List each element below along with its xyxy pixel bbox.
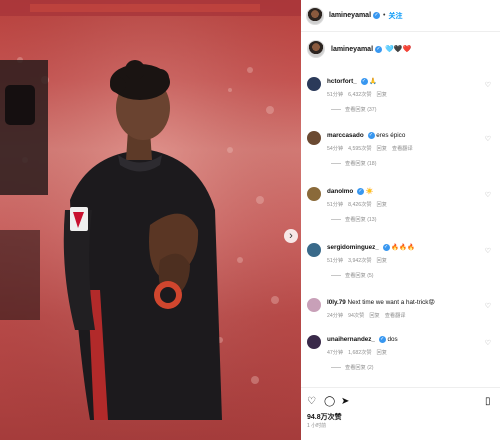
- heart-icon[interactable]: ♡: [307, 396, 316, 408]
- comment-time: 54分钟: [327, 146, 344, 152]
- commenter-avatar[interactable]: [307, 335, 321, 349]
- verified-icon: ✓: [378, 335, 386, 343]
- like-comment-icon[interactable]: ♡: [485, 247, 491, 255]
- post-actions: ♡ ◯ ➤ ▯ 94.8万次赞 1 小时前: [301, 387, 500, 440]
- action-icons: ♡ ◯ ➤ ▯: [307, 396, 495, 408]
- view-replies-button[interactable]: 查看回复 (37): [331, 106, 497, 113]
- post-side-panel: lamineyamal ✓ • 关注 lamineyamal ✓ 🩵🖤❤️ hc…: [301, 0, 500, 440]
- like-comment-icon[interactable]: ♡: [485, 339, 491, 347]
- comment-likes[interactable]: 1,682次赞: [348, 350, 371, 356]
- like-comment-icon[interactable]: ♡: [485, 191, 491, 199]
- comment-likes[interactable]: 4,595次赞: [348, 146, 371, 152]
- photo-scene: [0, 0, 301, 440]
- comments-list[interactable]: lamineyamal ✓ 🩵🖤❤️ hctorfort_ ✓ 🙏 51分钟 6,…: [301, 32, 500, 387]
- commenter-avatar[interactable]: [307, 131, 321, 145]
- comment-username[interactable]: marccasado: [327, 132, 364, 139]
- comment-icon[interactable]: ◯: [324, 396, 335, 408]
- comment-username[interactable]: l0ly.79: [327, 299, 346, 306]
- reply-button[interactable]: 回复: [377, 202, 387, 208]
- caption-avatar[interactable]: [307, 40, 325, 58]
- comment-time: 47分钟: [327, 350, 344, 356]
- comment-text: ☀️: [365, 188, 374, 195]
- reply-button[interactable]: 回复: [377, 146, 387, 152]
- reply-button[interactable]: 回复: [377, 258, 387, 264]
- caption-username[interactable]: lamineyamal: [331, 46, 373, 53]
- see-translation-button[interactable]: 查看翻译: [385, 313, 406, 319]
- commenter-avatar[interactable]: [307, 77, 321, 91]
- comment-likes[interactable]: 8,426次赞: [348, 202, 371, 208]
- like-comment-icon[interactable]: ♡: [485, 302, 491, 310]
- comment-time: 51分钟: [327, 92, 344, 98]
- commenter-avatar[interactable]: [307, 243, 321, 257]
- like-comment-icon[interactable]: ♡: [485, 135, 491, 143]
- post-modal: › lamineyamal ✓ • 关注 lamineyamal ✓ 🩵🖤❤️: [0, 0, 500, 440]
- commenter-avatar[interactable]: [307, 187, 321, 201]
- comment-item: hctorfort_ ✓ 🙏 51分钟 6,432次赞 回复 ♡ 查看回复 (37): [307, 77, 497, 113]
- verified-icon: ✓: [373, 12, 381, 19]
- verified-icon: ✓: [357, 187, 364, 195]
- post-photo[interactable]: ›: [0, 0, 301, 440]
- comment-likes[interactable]: 94次赞: [348, 313, 364, 319]
- likes-count[interactable]: 94.8万次赞: [307, 412, 342, 422]
- comment-username[interactable]: danolmo: [327, 188, 353, 195]
- header-separator: •: [383, 12, 386, 19]
- comment-item: l0ly.79 Next time we want a hat-trick😡 2…: [307, 298, 497, 319]
- verified-icon: ✓: [360, 77, 368, 85]
- comment-time: 51分钟: [327, 258, 344, 264]
- share-icon[interactable]: ➤: [341, 396, 349, 408]
- view-replies-button[interactable]: 查看回复 (18): [331, 160, 497, 167]
- comment-item: sergidominguez_ ✓ 🔥🔥🔥 51分钟 3,942次赞 回复 ♡ 查看…: [307, 243, 497, 279]
- reply-button[interactable]: 回复: [377, 350, 387, 356]
- post-header: lamineyamal ✓ • 关注: [301, 0, 500, 32]
- reply-button[interactable]: 回复: [369, 313, 379, 319]
- post-time: 1 小时前: [307, 423, 327, 429]
- comment-username[interactable]: sergidominguez_: [327, 244, 379, 251]
- verified-icon: ✓: [382, 243, 390, 251]
- comment-likes[interactable]: 6,432次赞: [348, 92, 371, 98]
- view-replies-button[interactable]: 查看回复 (2): [331, 364, 497, 371]
- comment-item: danolmo ✓ ☀️ 51分钟 8,426次赞 回复 ♡ 查看回复 (13): [307, 187, 497, 223]
- view-replies-button[interactable]: 查看回复 (5): [331, 272, 497, 279]
- comment-username[interactable]: hctorfort_: [327, 78, 357, 85]
- comment-item: unaihernandez_ ✓ dos 47分钟 1,682次赞 回复 ♡ 查看回…: [307, 335, 497, 371]
- see-translation-button[interactable]: 查看翻译: [392, 146, 413, 152]
- comment-time: 24分钟: [327, 313, 344, 319]
- comment-text: 🙏: [369, 78, 378, 85]
- follow-button[interactable]: 关注: [388, 11, 402, 21]
- comment-time: 51分钟: [327, 202, 344, 208]
- comment-text: 🔥🔥🔥: [391, 244, 415, 251]
- commenter-avatar[interactable]: [307, 298, 321, 312]
- comment-likes[interactable]: 3,942次赞: [348, 258, 371, 264]
- comment-text: eres épico: [376, 132, 406, 139]
- verified-icon: ✓: [367, 131, 375, 139]
- reply-button[interactable]: 回复: [377, 92, 387, 98]
- verified-icon: ✓: [375, 45, 383, 53]
- author-avatar[interactable]: [306, 6, 324, 25]
- author-username[interactable]: lamineyamal: [329, 12, 371, 19]
- comment-text: dos: [387, 336, 398, 343]
- comment-item: marccasado ✓ eres épico 54分钟 4,595次赞 回复 查看翻…: [307, 131, 497, 167]
- comment-text: Next time we want a hat-trick😡: [347, 299, 435, 306]
- bookmark-icon[interactable]: ▯: [485, 396, 491, 408]
- view-replies-button[interactable]: 查看回复 (13): [331, 216, 497, 223]
- post-caption: lamineyamal ✓ 🩵🖤❤️: [307, 40, 411, 58]
- comment-username[interactable]: unaihernandez_: [327, 336, 375, 343]
- like-comment-icon[interactable]: ♡: [485, 81, 491, 89]
- next-photo-button[interactable]: ›: [284, 229, 298, 243]
- caption-text: 🩵🖤❤️: [385, 46, 412, 53]
